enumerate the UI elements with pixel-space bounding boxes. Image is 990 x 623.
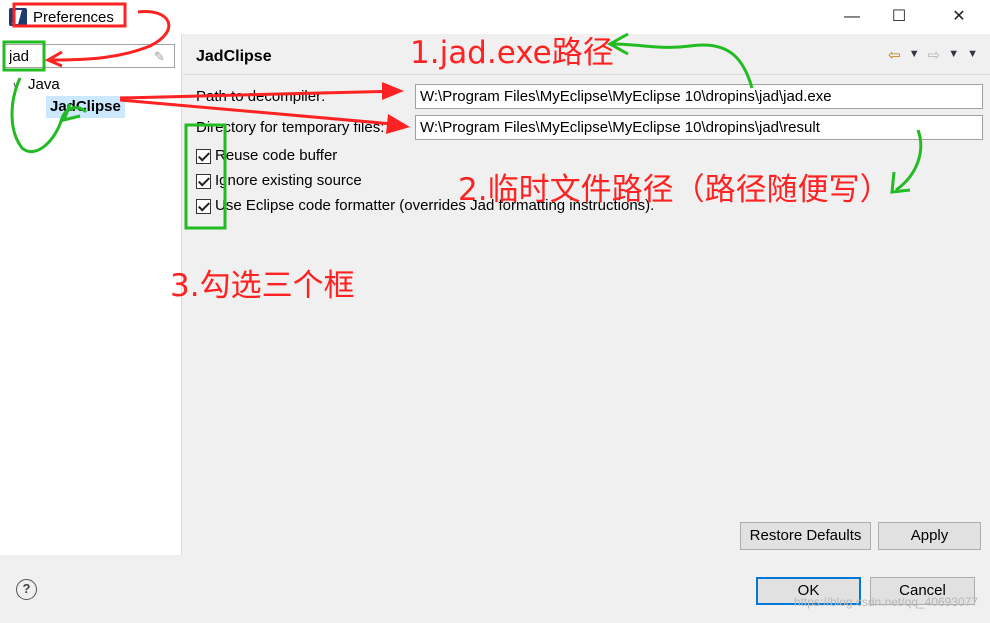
- dialog-button-bar: ? OK Cancel: [0, 555, 990, 623]
- back-arrow-icon[interactable]: ⇦: [888, 46, 901, 64]
- back-dropdown-icon[interactable]: ▼: [909, 48, 920, 64]
- annotation-checkboxes: 3.勾选三个框: [170, 268, 355, 304]
- forward-dropdown-icon[interactable]: ▼: [948, 48, 959, 64]
- apply-button[interactable]: Apply: [878, 522, 981, 550]
- annotation-decompiler-path: 1.jad.exe路径: [410, 35, 614, 71]
- filter-input[interactable]: [4, 44, 175, 68]
- checkbox-checked-icon[interactable]: [196, 198, 211, 214]
- ignore-existing-source-checkbox[interactable]: Ignore existing source: [196, 170, 362, 192]
- clear-filter-icon[interactable]: ✎: [154, 49, 165, 65]
- tree-item-jadclipse[interactable]: JadClipse: [46, 96, 125, 118]
- divider: [183, 74, 990, 75]
- restore-defaults-button[interactable]: Restore Defaults: [740, 522, 871, 550]
- tree-item-java[interactable]: ∨ Java: [12, 75, 60, 95]
- forward-arrow-icon[interactable]: ⇨: [928, 46, 941, 64]
- reuse-code-buffer-checkbox[interactable]: Reuse code buffer: [196, 145, 337, 167]
- page-navigation: ⇦ ▼ ⇨ ▼ ▼: [888, 46, 978, 64]
- window-title: Preferences: [33, 9, 114, 26]
- myeclipse-logo-icon: [9, 8, 27, 26]
- page-title: JadClipse: [196, 48, 272, 65]
- checkbox-checked-icon[interactable]: [196, 173, 211, 189]
- checkbox-checked-icon[interactable]: [196, 148, 211, 164]
- checkbox-label: Reuse code buffer: [215, 147, 338, 164]
- maximize-button[interactable]: ☐: [876, 0, 922, 34]
- help-icon[interactable]: ?: [16, 579, 37, 600]
- preferences-tree-pane: ✎ ∨Java JadClipse: [0, 34, 182, 555]
- tree-item-label: Java: [28, 76, 60, 93]
- chevron-down-icon[interactable]: ∨: [12, 76, 28, 96]
- watermark: https://blog.csdn.net/qq_40693077: [793, 595, 978, 609]
- close-button[interactable]: ✕: [936, 0, 982, 34]
- minimize-button[interactable]: —: [829, 0, 875, 34]
- temp-dir-input[interactable]: [415, 115, 983, 140]
- temp-dir-label: Directory for temporary files:: [196, 119, 385, 136]
- annotation-temp-dir: 2.临时文件路径（路径随便写）: [458, 172, 891, 208]
- view-menu-icon[interactable]: ▼: [967, 48, 978, 64]
- decompiler-path-label: Path to decompiler:: [196, 88, 326, 105]
- decompiler-path-input[interactable]: [415, 84, 983, 109]
- checkbox-label: Ignore existing source: [215, 172, 362, 189]
